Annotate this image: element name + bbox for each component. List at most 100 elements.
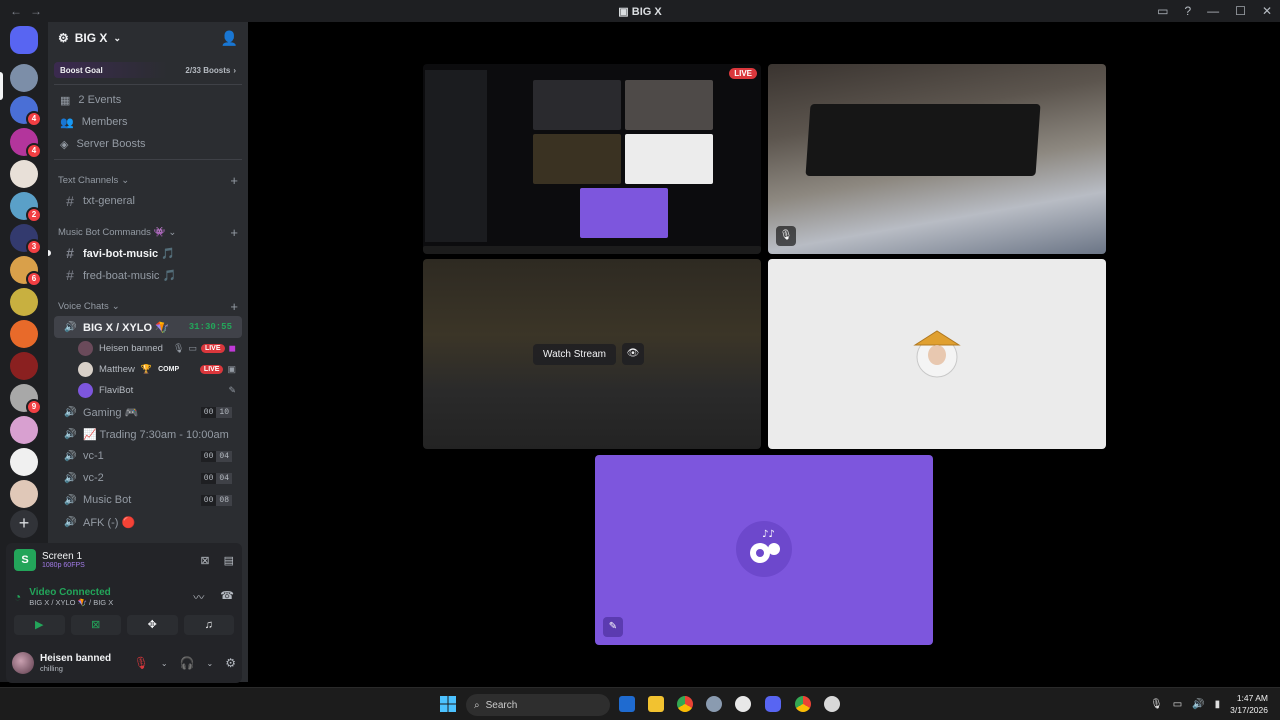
- camera-tile[interactable]: 🎙: [768, 64, 1106, 254]
- category-music-bot-commands[interactable]: Music Bot Commands 👾 ⌄ +: [48, 222, 248, 242]
- channel-txt-general[interactable]: # txt-general: [54, 190, 242, 212]
- soundboard-button[interactable]: ♫: [183, 615, 234, 635]
- invite-people-icon[interactable]: 👤: [221, 30, 238, 47]
- stop-stream-icon[interactable]: ⊠: [200, 554, 209, 567]
- voice-channel-big-x-xylo[interactable]: 🔊 BIG X / XYLO 🪁 31:30:55: [54, 316, 242, 338]
- live-badge: LIVE: [200, 344, 225, 353]
- voice-user[interactable]: Matthew 🏆 COMP LIVE ▣: [48, 359, 248, 380]
- boost-goal-label: Boost Goal: [60, 65, 103, 75]
- screen-share-title: Screen 1: [42, 551, 83, 562]
- server-icon[interactable]: [10, 160, 38, 188]
- mic-icon[interactable]: 🎙: [1150, 699, 1163, 710]
- add-server-button[interactable]: +: [10, 510, 38, 538]
- stream-settings-icon[interactable]: ▤: [224, 554, 234, 567]
- stream-tile-screen[interactable]: LIVE: [423, 64, 761, 254]
- voice-channel-trading[interactable]: 🔊 📈 Trading 7:30am - 10:00am (...: [54, 423, 242, 445]
- headphones-icon[interactable]: 🎧: [180, 656, 195, 670]
- speaker-icon: 🔊: [64, 494, 77, 506]
- category-label: Voice Chats: [58, 300, 109, 312]
- channel-favi-bot-music[interactable]: # favi-bot-music 🎵: [48, 242, 242, 264]
- stream-preview-tile: [580, 188, 668, 238]
- create-channel-icon[interactable]: +: [230, 225, 238, 240]
- chatgpt-icon[interactable]: [735, 696, 751, 712]
- mention-badge: 6: [26, 271, 42, 287]
- voice-channel-gaming[interactable]: 🔊 Gaming 🎮 00 10: [54, 401, 242, 423]
- camera-button[interactable]: ▶: [14, 615, 65, 635]
- hash-icon: #: [66, 267, 74, 283]
- mention-badge: 4: [26, 143, 42, 159]
- events-link[interactable]: ▦ 2 Events: [48, 89, 248, 111]
- home-server-icon[interactable]: [10, 26, 38, 54]
- settings-icon[interactable]: [706, 696, 722, 712]
- connection-status[interactable]: Video Connected: [29, 587, 113, 598]
- activity-icon: ◼: [228, 343, 236, 353]
- stream-tile-game[interactable]: Watch Stream 👁: [423, 259, 761, 449]
- voice-channel-music-bot[interactable]: 🔊 Music Bot 00 08: [54, 489, 242, 511]
- members-link[interactable]: 👥 Members: [48, 111, 248, 133]
- close-button[interactable]: ✕: [1262, 4, 1272, 18]
- help-icon[interactable]: ?: [1184, 4, 1191, 18]
- create-channel-icon[interactable]: +: [230, 299, 238, 314]
- server-icon[interactable]: [10, 416, 38, 444]
- category-voice-chats[interactable]: Voice Chats ⌄ +: [48, 296, 248, 316]
- avatar: [78, 341, 93, 356]
- mic-muted-icon[interactable]: 🎙: [134, 656, 149, 670]
- inbox-icon[interactable]: ▭: [1157, 4, 1168, 18]
- speaker-icon: 🔊: [64, 472, 77, 484]
- bot-tile[interactable]: ♪♪ ✎: [595, 455, 933, 645]
- chrome-icon[interactable]: [677, 696, 693, 712]
- windows-start-icon[interactable]: [440, 696, 456, 712]
- outlook-icon[interactable]: [619, 696, 635, 712]
- activities-button[interactable]: ✥: [127, 615, 178, 635]
- boost-goal-bar[interactable]: Boost Goal 2/33 Boosts ›: [54, 62, 242, 78]
- watch-stream-eye-icon[interactable]: 👁: [621, 343, 644, 365]
- live-badge: LIVE: [199, 365, 224, 374]
- app-icon[interactable]: [824, 696, 840, 712]
- unread-indicator: [48, 250, 51, 256]
- voice-channel-vc-1[interactable]: 🔊 vc-1 00 04: [54, 445, 242, 467]
- voice-channel-afk[interactable]: 🔊 AFK (-) 🔴: [54, 511, 242, 533]
- server-icon[interactable]: [10, 352, 38, 380]
- avatar[interactable]: [12, 652, 34, 674]
- volume-icon[interactable]: 🔊: [1192, 699, 1204, 710]
- noise-suppression-icon[interactable]: 〰: [193, 589, 204, 605]
- server-icon[interactable]: [10, 288, 38, 316]
- clock[interactable]: 1:47 AM 3/17/2026: [1230, 692, 1268, 716]
- server-icon[interactable]: [10, 320, 38, 348]
- voice-user[interactable]: FlaviBot ✎: [48, 380, 248, 401]
- server-boosts-link[interactable]: ◈ Server Boosts: [48, 133, 248, 155]
- discord-icon[interactable]: [765, 696, 781, 712]
- chrome-icon[interactable]: [795, 696, 811, 712]
- category-text-channels[interactable]: Text Channels ⌄ +: [48, 170, 248, 190]
- comp-tag: COMP: [158, 366, 180, 373]
- voice-user[interactable]: Heisen banned 🎙 ▭ LIVE ◼: [48, 338, 248, 359]
- network-icon[interactable]: ▭: [1173, 699, 1182, 710]
- camera-icon: ▭: [188, 343, 197, 353]
- chevron-down-icon: ⌄: [113, 32, 121, 43]
- disconnect-icon[interactable]: ☎: [220, 589, 234, 605]
- guild-header[interactable]: ⚙ BIG X ⌄ 👤: [48, 22, 248, 54]
- voice-channel-vc-2[interactable]: 🔊 vc-2 00 04: [54, 467, 242, 489]
- mic-muted-icon: 🎙: [776, 226, 796, 246]
- server-icon[interactable]: [10, 64, 38, 92]
- channel-fred-boat-music[interactable]: # fred-boat-music 🎵: [54, 264, 242, 286]
- chevron-down-icon[interactable]: ⌄: [161, 659, 168, 668]
- gear-icon[interactable]: ⚙: [225, 656, 236, 670]
- server-icon[interactable]: [10, 448, 38, 476]
- signal-icon: ◔: [14, 590, 22, 604]
- forward-arrow-icon[interactable]: →: [30, 4, 42, 18]
- avatar-tile[interactable]: [768, 259, 1106, 449]
- call-timer: 31:30:55: [188, 322, 232, 332]
- create-channel-icon[interactable]: +: [230, 173, 238, 188]
- back-arrow-icon[interactable]: ←: [10, 4, 22, 18]
- chevron-down-icon[interactable]: ⌄: [207, 659, 214, 668]
- maximize-button[interactable]: ☐: [1235, 4, 1246, 18]
- channel-name: favi-bot-music 🎵: [83, 247, 175, 260]
- server-icon[interactable]: [10, 480, 38, 508]
- battery-icon[interactable]: ▮: [1215, 699, 1221, 710]
- watch-stream-button[interactable]: Watch Stream: [533, 343, 616, 365]
- minimize-button[interactable]: —: [1207, 4, 1219, 18]
- file-explorer-icon[interactable]: [648, 696, 664, 712]
- taskbar-search[interactable]: ⌕ Search: [466, 694, 610, 716]
- stop-share-button[interactable]: ⊠: [70, 615, 121, 635]
